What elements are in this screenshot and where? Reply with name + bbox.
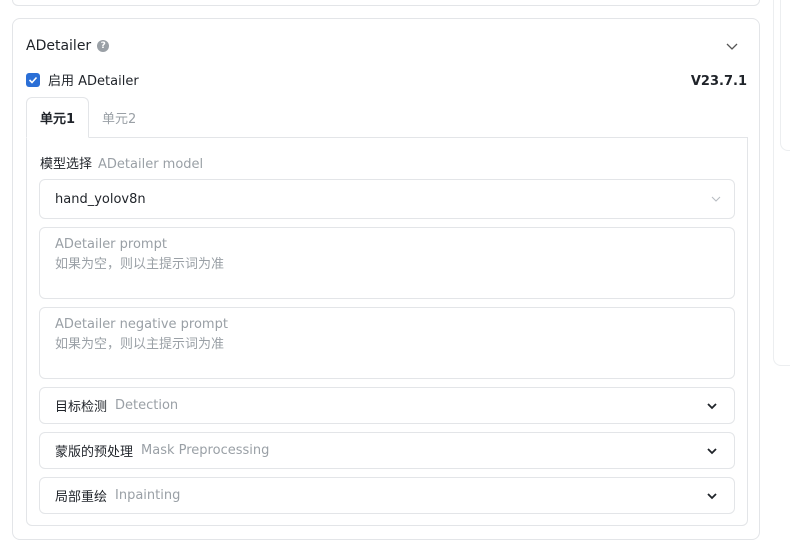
inpainting-accordion[interactable]: 局部重绘 Inpainting	[39, 477, 735, 514]
negative-prompt-textarea[interactable]: ADetailer negative prompt 如果为空，则以主提示词为准	[39, 307, 735, 379]
chevron-down-icon	[707, 448, 717, 455]
mask-preprocessing-accordion[interactable]: 蒙版的预处理 Mask Preprocessing	[39, 432, 735, 469]
inpainting-sublabel: Inpainting	[115, 488, 181, 503]
previous-panel	[12, 0, 760, 6]
enable-checkbox[interactable]	[26, 72, 40, 87]
detection-accordion[interactable]: 目标检测 Detection	[39, 387, 735, 424]
detection-sublabel: Detection	[115, 398, 179, 413]
chevron-down-icon	[707, 493, 717, 500]
chevron-down-icon	[707, 403, 717, 410]
version-label: V23.7.1	[690, 74, 747, 89]
model-label-text: 模型选择	[40, 157, 93, 172]
help-icon[interactable]: ?	[97, 40, 110, 52]
model-sublabel: ADetailer model	[98, 157, 204, 172]
adetailer-panel: ADetailer ? 启用 ADetailer V23.7.1 单元1 单元2…	[12, 18, 760, 540]
chevron-down-icon[interactable]	[725, 39, 739, 53]
detection-label: 目标检测	[55, 400, 108, 415]
enable-adetailer-row[interactable]: 启用 ADetailer	[26, 70, 139, 89]
tab-unit-2[interactable]: 单元2	[89, 97, 149, 138]
right-side-panel	[773, 0, 790, 366]
unit-tabs: 单元1 单元2	[26, 97, 149, 138]
right-side-panel-inner	[780, 0, 790, 151]
negative-prompt-placeholder-line2: 如果为空，则以主提示词为准	[55, 337, 225, 352]
mask-preprocessing-label: 蒙版的预处理	[55, 445, 134, 460]
prompt-textarea[interactable]: ADetailer prompt 如果为空，则以主提示词为准	[39, 227, 735, 299]
negative-prompt-placeholder-line1: ADetailer negative prompt	[55, 317, 228, 332]
panel-header[interactable]: ADetailer ?	[26, 36, 110, 56]
prompt-placeholder-line2: 如果为空，则以主提示词为准	[55, 257, 225, 272]
model-select-value: hand_yolov8n	[55, 191, 146, 207]
tab-body: 模型选择 ADetailer model hand_yolov8n ADetail…	[26, 137, 748, 526]
mask-preprocessing-sublabel: Mask Preprocessing	[141, 443, 270, 458]
enable-label: 启用 ADetailer	[48, 74, 139, 89]
chevron-down-icon	[711, 196, 721, 202]
panel-title: ADetailer	[26, 38, 92, 54]
model-label: 模型选择 ADetailer model	[40, 153, 203, 172]
tab-unit-1[interactable]: 单元1	[26, 97, 90, 138]
prompt-placeholder-line1: ADetailer prompt	[55, 237, 167, 252]
model-select[interactable]: hand_yolov8n	[39, 179, 735, 219]
inpainting-label: 局部重绘	[55, 490, 108, 505]
check-icon	[28, 76, 38, 84]
